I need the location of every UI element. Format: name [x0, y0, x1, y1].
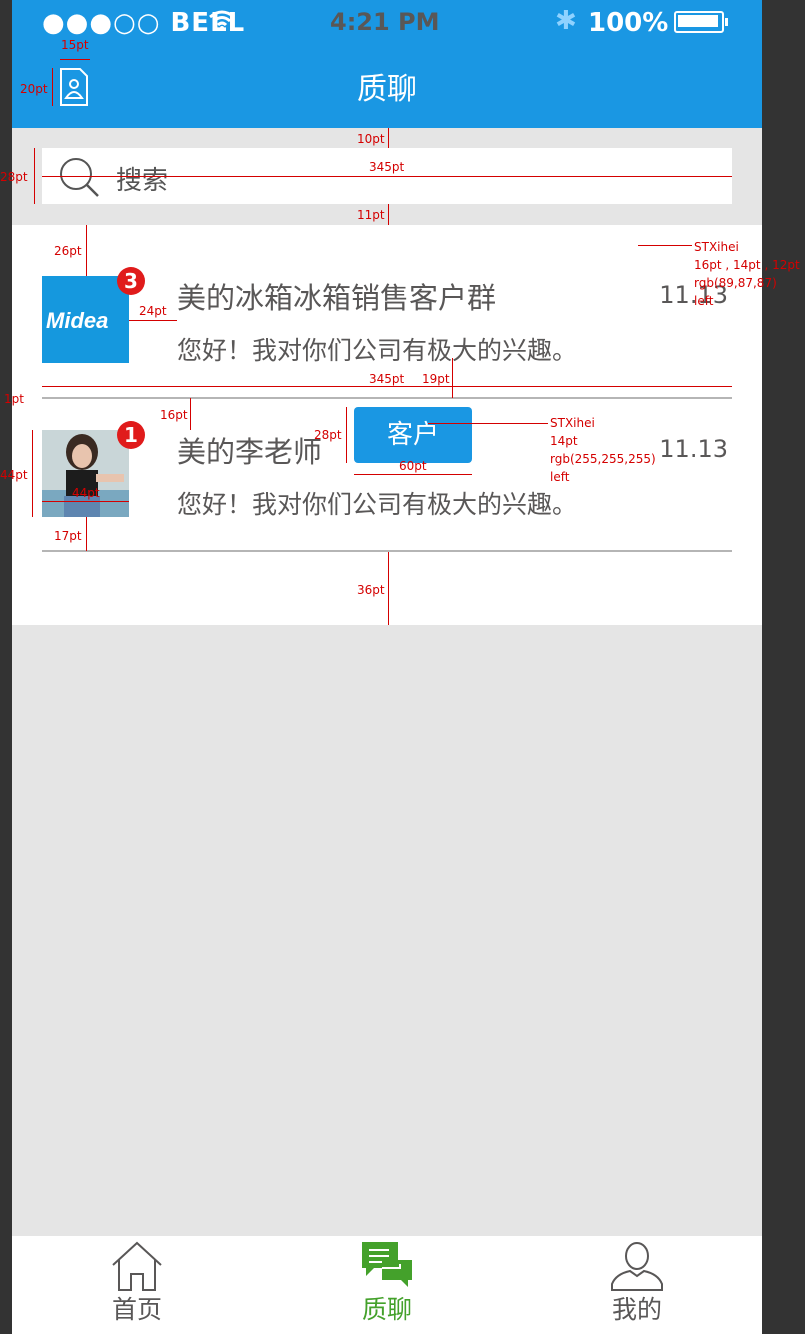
unread-badge: 3 — [117, 267, 145, 295]
measure-line — [388, 552, 389, 625]
font-spec-color: rgb(255,255,255) — [550, 452, 656, 466]
measure-label: 28pt — [314, 428, 342, 442]
measure-line — [86, 225, 87, 276]
font-spec-size: 16pt , 14pt , 12pt — [694, 258, 800, 272]
battery-icon — [674, 11, 729, 33]
measure-line — [42, 386, 732, 387]
measure-line — [34, 148, 35, 204]
measure-line — [388, 204, 389, 225]
measure-label: 11pt — [357, 208, 385, 222]
battery-indicator: 100% — [588, 8, 729, 38]
home-icon — [112, 1241, 162, 1291]
measure-label: 60pt — [399, 459, 427, 473]
status-bar: ●●●○○ BELL 4:21 PM ✱ 100% — [12, 0, 762, 44]
font-spec-name: STXihei — [550, 416, 595, 430]
measure-label: 17pt — [54, 529, 82, 543]
tab-label: 首页 — [111, 1295, 162, 1324]
conversation-message: 您好！我对你们公司有极大的兴趣。 — [177, 336, 578, 365]
group-avatar: Midea — [42, 276, 129, 363]
measure-line — [346, 407, 347, 463]
measure-line — [190, 398, 191, 430]
battery-percent: 100% — [588, 8, 669, 38]
header: ●●●○○ BELL 4:21 PM ✱ 100% 质聊 — [12, 0, 762, 128]
measure-label: 36pt — [357, 583, 385, 597]
measure-line — [32, 430, 33, 517]
measure-label: 19pt — [422, 372, 450, 386]
midea-logo: Midea — [46, 308, 108, 333]
measure-line — [388, 128, 389, 148]
conversation-name: 美的李老师 — [177, 435, 323, 469]
tab-chat[interactable]: 质聊 — [262, 1236, 512, 1334]
tab-profile[interactable]: 我的 — [512, 1236, 762, 1334]
conversation-item[interactable]: Midea 3 美的冰箱冰箱销售客户群 您好！我对你们公司有极大的兴趣。 11.… — [12, 225, 762, 379]
search-placeholder: 搜索 — [116, 166, 169, 196]
measure-label: 24pt — [139, 304, 167, 318]
user-icon — [611, 1242, 663, 1291]
measure-line — [42, 501, 129, 502]
font-spec-align: left — [694, 294, 714, 308]
measure-line — [129, 320, 177, 321]
measure-label: 26pt — [54, 244, 82, 258]
measure-label: 345pt — [369, 372, 405, 386]
search-icon — [60, 158, 99, 197]
measure-line — [638, 245, 692, 246]
measure-line — [52, 68, 53, 106]
tab-label: 质聊 — [361, 1295, 412, 1324]
wifi-icon — [208, 8, 236, 38]
user-avatar — [42, 430, 129, 517]
conversation-name: 美的冰箱冰箱销售客户群 — [177, 281, 497, 315]
measure-line — [60, 59, 90, 60]
font-spec-align: left — [550, 470, 570, 484]
conversation-message: 您好！我对你们公司有极大的兴趣。 — [177, 490, 578, 519]
measure-line — [452, 358, 453, 398]
measure-label: 16pt — [160, 408, 188, 422]
conversation-time: 11.13 — [659, 435, 728, 463]
conversation-list: Midea 3 美的冰箱冰箱销售客户群 您好！我对你们公司有极大的兴趣。 11.… — [12, 225, 762, 625]
page-title: 质聊 — [357, 72, 417, 107]
tab-home[interactable]: 首页 — [12, 1236, 262, 1334]
font-spec-color: rgb(89,87,87) — [694, 276, 777, 290]
measure-label: 345pt — [369, 160, 405, 174]
customer-tag[interactable]: 客户 — [354, 407, 472, 463]
measure-label: 28pt — [0, 170, 28, 184]
font-spec-size: 14pt — [550, 434, 578, 448]
bluetooth-icon: ✱ — [555, 6, 577, 36]
conversation-item[interactable]: 1 美的李老师 客户 您好！我对你们公司有极大的兴趣。 11.13 — [12, 399, 762, 553]
measure-label: 10pt — [357, 132, 385, 146]
font-spec-name: STXihei — [694, 240, 739, 254]
tab-bar: 首页 质聊 我的 — [12, 1236, 762, 1334]
measure-label: 1pt — [4, 392, 24, 406]
tab-label: 我的 — [611, 1295, 662, 1324]
measure-label: 15pt — [61, 38, 89, 52]
unread-badge: 1 — [117, 421, 145, 449]
chat-icon — [362, 1242, 412, 1287]
measure-line — [428, 423, 548, 424]
measure-line — [42, 176, 732, 177]
phone-screen: ●●●○○ BELL 4:21 PM ✱ 100% 质聊 搜索 Midea 3 … — [12, 0, 762, 1334]
measure-line — [354, 474, 472, 475]
divider — [42, 550, 732, 552]
measure-line — [86, 517, 87, 551]
measure-label: 20pt — [20, 82, 48, 96]
measure-label: 44pt — [0, 468, 28, 482]
measure-label: 44pt — [72, 486, 100, 500]
